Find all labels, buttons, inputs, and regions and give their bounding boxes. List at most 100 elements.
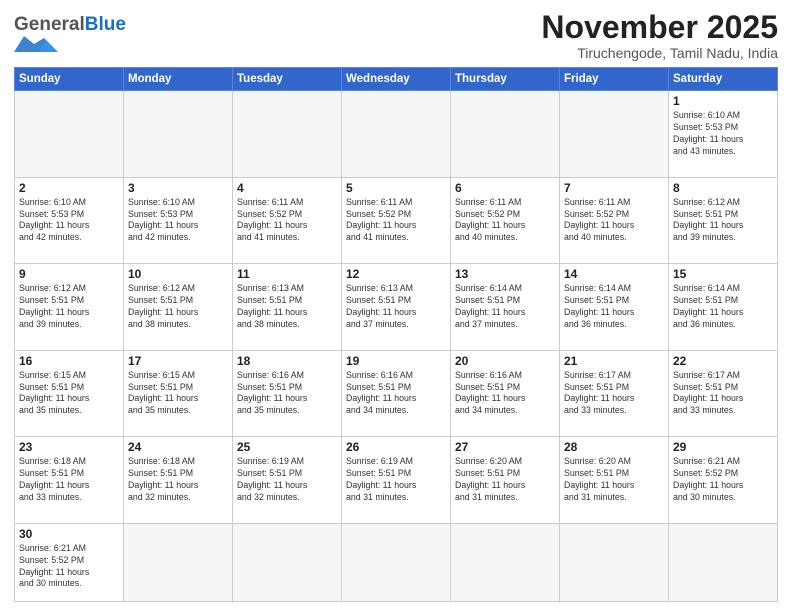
day-number: 26 xyxy=(346,440,446,454)
day-info: Sunrise: 6:18 AM Sunset: 5:51 PM Dayligh… xyxy=(128,456,228,504)
calendar-header-wednesday: Wednesday xyxy=(342,68,451,91)
day-info: Sunrise: 6:12 AM Sunset: 5:51 PM Dayligh… xyxy=(673,197,773,245)
calendar-cell xyxy=(560,91,669,178)
calendar-cell: 20 Sunrise: 6:16 AM Sunset: 5:51 PM Dayli… xyxy=(451,350,560,437)
calendar-cell: 27Sunrise: 6:20 AM Sunset: 5:51 PM Dayli… xyxy=(451,437,560,524)
calendar-cell: 9 Sunrise: 6:12 AM Sunset: 5:51 PM Daylig… xyxy=(15,264,124,351)
day-number: 29 xyxy=(673,440,773,454)
day-info: Sunrise: 6:15 AM Sunset: 5:51 PM Dayligh… xyxy=(128,370,228,418)
calendar-week-row: 9 Sunrise: 6:12 AM Sunset: 5:51 PM Daylig… xyxy=(15,264,778,351)
day-info: Sunrise: 6:16 AM Sunset: 5:51 PM Dayligh… xyxy=(346,370,446,418)
day-number: 1 xyxy=(673,94,773,108)
day-info: Sunrise: 6:21 AM Sunset: 5:52 PM Dayligh… xyxy=(673,456,773,504)
day-info: Sunrise: 6:20 AM Sunset: 5:51 PM Dayligh… xyxy=(455,456,555,504)
calendar-header-monday: Monday xyxy=(124,68,233,91)
calendar-cell: 19 Sunrise: 6:16 AM Sunset: 5:51 PM Dayli… xyxy=(342,350,451,437)
day-info: Sunrise: 6:12 AM Sunset: 5:51 PM Dayligh… xyxy=(19,283,119,331)
calendar-cell: 15 Sunrise: 6:14 AM Sunset: 5:51 PM Dayli… xyxy=(669,264,778,351)
day-number: 19 xyxy=(346,354,446,368)
location: Tiruchengode, Tamil Nadu, India xyxy=(541,45,778,61)
calendar-cell: 4Sunrise: 6:11 AM Sunset: 5:52 PM Daylig… xyxy=(233,177,342,264)
day-info: Sunrise: 6:12 AM Sunset: 5:51 PM Dayligh… xyxy=(128,283,228,331)
calendar-cell xyxy=(124,91,233,178)
calendar-cell: 25 Sunrise: 6:19 AM Sunset: 5:51 PM Dayli… xyxy=(233,437,342,524)
calendar-cell: 22 Sunrise: 6:17 AM Sunset: 5:51 PM Dayli… xyxy=(669,350,778,437)
day-number: 12 xyxy=(346,267,446,281)
calendar-week-row: 30 Sunrise: 6:21 AM Sunset: 5:52 PM Dayli… xyxy=(15,523,778,601)
calendar-cell: 11Sunrise: 6:13 AM Sunset: 5:51 PM Dayli… xyxy=(233,264,342,351)
calendar-cell: 16Sunrise: 6:15 AM Sunset: 5:51 PM Dayli… xyxy=(15,350,124,437)
calendar-week-row: 23Sunrise: 6:18 AM Sunset: 5:51 PM Dayli… xyxy=(15,437,778,524)
day-info: Sunrise: 6:11 AM Sunset: 5:52 PM Dayligh… xyxy=(346,197,446,245)
calendar-table: SundayMondayTuesdayWednesdayThursdayFrid… xyxy=(14,67,778,602)
title-area: November 2025 Tiruchengode, Tamil Nadu, … xyxy=(541,10,778,61)
calendar-cell: 23Sunrise: 6:18 AM Sunset: 5:51 PM Dayli… xyxy=(15,437,124,524)
calendar-cell: 13 Sunrise: 6:14 AM Sunset: 5:51 PM Dayli… xyxy=(451,264,560,351)
day-number: 6 xyxy=(455,181,555,195)
calendar-week-row: 2Sunrise: 6:10 AM Sunset: 5:53 PM Daylig… xyxy=(15,177,778,264)
calendar-cell: 28 Sunrise: 6:20 AM Sunset: 5:51 PM Dayli… xyxy=(560,437,669,524)
day-number: 3 xyxy=(128,181,228,195)
calendar-cell xyxy=(451,523,560,601)
calendar-cell: 10 Sunrise: 6:12 AM Sunset: 5:51 PM Dayli… xyxy=(124,264,233,351)
day-number: 22 xyxy=(673,354,773,368)
calendar-cell: 17 Sunrise: 6:15 AM Sunset: 5:51 PM Dayli… xyxy=(124,350,233,437)
day-number: 21 xyxy=(564,354,664,368)
calendar-cell: 8 Sunrise: 6:12 AM Sunset: 5:51 PM Daylig… xyxy=(669,177,778,264)
day-info: Sunrise: 6:21 AM Sunset: 5:52 PM Dayligh… xyxy=(19,543,119,591)
day-info: Sunrise: 6:17 AM Sunset: 5:51 PM Dayligh… xyxy=(673,370,773,418)
day-number: 20 xyxy=(455,354,555,368)
calendar-cell xyxy=(15,91,124,178)
calendar-cell: 30 Sunrise: 6:21 AM Sunset: 5:52 PM Dayli… xyxy=(15,523,124,601)
day-number: 16 xyxy=(19,354,119,368)
logo-icon xyxy=(14,36,58,52)
month-title: November 2025 xyxy=(541,10,778,45)
calendar-cell: 2Sunrise: 6:10 AM Sunset: 5:53 PM Daylig… xyxy=(15,177,124,264)
calendar-cell: 5 Sunrise: 6:11 AM Sunset: 5:52 PM Daylig… xyxy=(342,177,451,264)
day-number: 5 xyxy=(346,181,446,195)
day-number: 30 xyxy=(19,527,119,541)
header: General Blue November 2025 Tiruchengode,… xyxy=(14,10,778,61)
day-info: Sunrise: 6:19 AM Sunset: 5:51 PM Dayligh… xyxy=(237,456,337,504)
calendar-cell xyxy=(342,91,451,178)
calendar-header-saturday: Saturday xyxy=(669,68,778,91)
day-info: Sunrise: 6:18 AM Sunset: 5:51 PM Dayligh… xyxy=(19,456,119,504)
day-info: Sunrise: 6:20 AM Sunset: 5:51 PM Dayligh… xyxy=(564,456,664,504)
calendar-header-thursday: Thursday xyxy=(451,68,560,91)
day-info: Sunrise: 6:14 AM Sunset: 5:51 PM Dayligh… xyxy=(673,283,773,331)
calendar-cell xyxy=(560,523,669,601)
day-number: 9 xyxy=(19,267,119,281)
calendar-week-row: 1 Sunrise: 6:10 AM Sunset: 5:53 PM Daylig… xyxy=(15,91,778,178)
day-number: 13 xyxy=(455,267,555,281)
day-number: 14 xyxy=(564,267,664,281)
day-number: 17 xyxy=(128,354,228,368)
page: General Blue November 2025 Tiruchengode,… xyxy=(0,0,792,612)
day-number: 15 xyxy=(673,267,773,281)
calendar-cell xyxy=(451,91,560,178)
day-info: Sunrise: 6:10 AM Sunset: 5:53 PM Dayligh… xyxy=(673,110,773,158)
day-number: 2 xyxy=(19,181,119,195)
calendar-header-tuesday: Tuesday xyxy=(233,68,342,91)
calendar-cell: 12Sunrise: 6:13 AM Sunset: 5:51 PM Dayli… xyxy=(342,264,451,351)
calendar-cell xyxy=(124,523,233,601)
day-number: 28 xyxy=(564,440,664,454)
day-number: 10 xyxy=(128,267,228,281)
calendar-cell: 3Sunrise: 6:10 AM Sunset: 5:53 PM Daylig… xyxy=(124,177,233,264)
calendar-cell xyxy=(669,523,778,601)
calendar-header-friday: Friday xyxy=(560,68,669,91)
day-info: Sunrise: 6:16 AM Sunset: 5:51 PM Dayligh… xyxy=(455,370,555,418)
day-number: 25 xyxy=(237,440,337,454)
day-info: Sunrise: 6:14 AM Sunset: 5:51 PM Dayligh… xyxy=(564,283,664,331)
calendar-cell xyxy=(233,523,342,601)
calendar-week-row: 16 Sunrise: 6:15 AM Sunset: 5:51 PM Dayli… xyxy=(15,350,778,437)
calendar-cell: 6Sunrise: 6:11 AM Sunset: 5:52 PM Daylig… xyxy=(451,177,560,264)
day-info: Sunrise: 6:19 AM Sunset: 5:51 PM Dayligh… xyxy=(346,456,446,504)
calendar-cell: 18Sunrise: 6:16 AM Sunset: 5:51 PM Dayli… xyxy=(233,350,342,437)
day-number: 4 xyxy=(237,181,337,195)
day-number: 7 xyxy=(564,181,664,195)
day-number: 8 xyxy=(673,181,773,195)
calendar-cell: 14 Sunrise: 6:14 AM Sunset: 5:51 PM Dayli… xyxy=(560,264,669,351)
day-number: 24 xyxy=(128,440,228,454)
day-info: Sunrise: 6:14 AM Sunset: 5:51 PM Dayligh… xyxy=(455,283,555,331)
calendar-header-row: SundayMondayTuesdayWednesdayThursdayFrid… xyxy=(15,68,778,91)
